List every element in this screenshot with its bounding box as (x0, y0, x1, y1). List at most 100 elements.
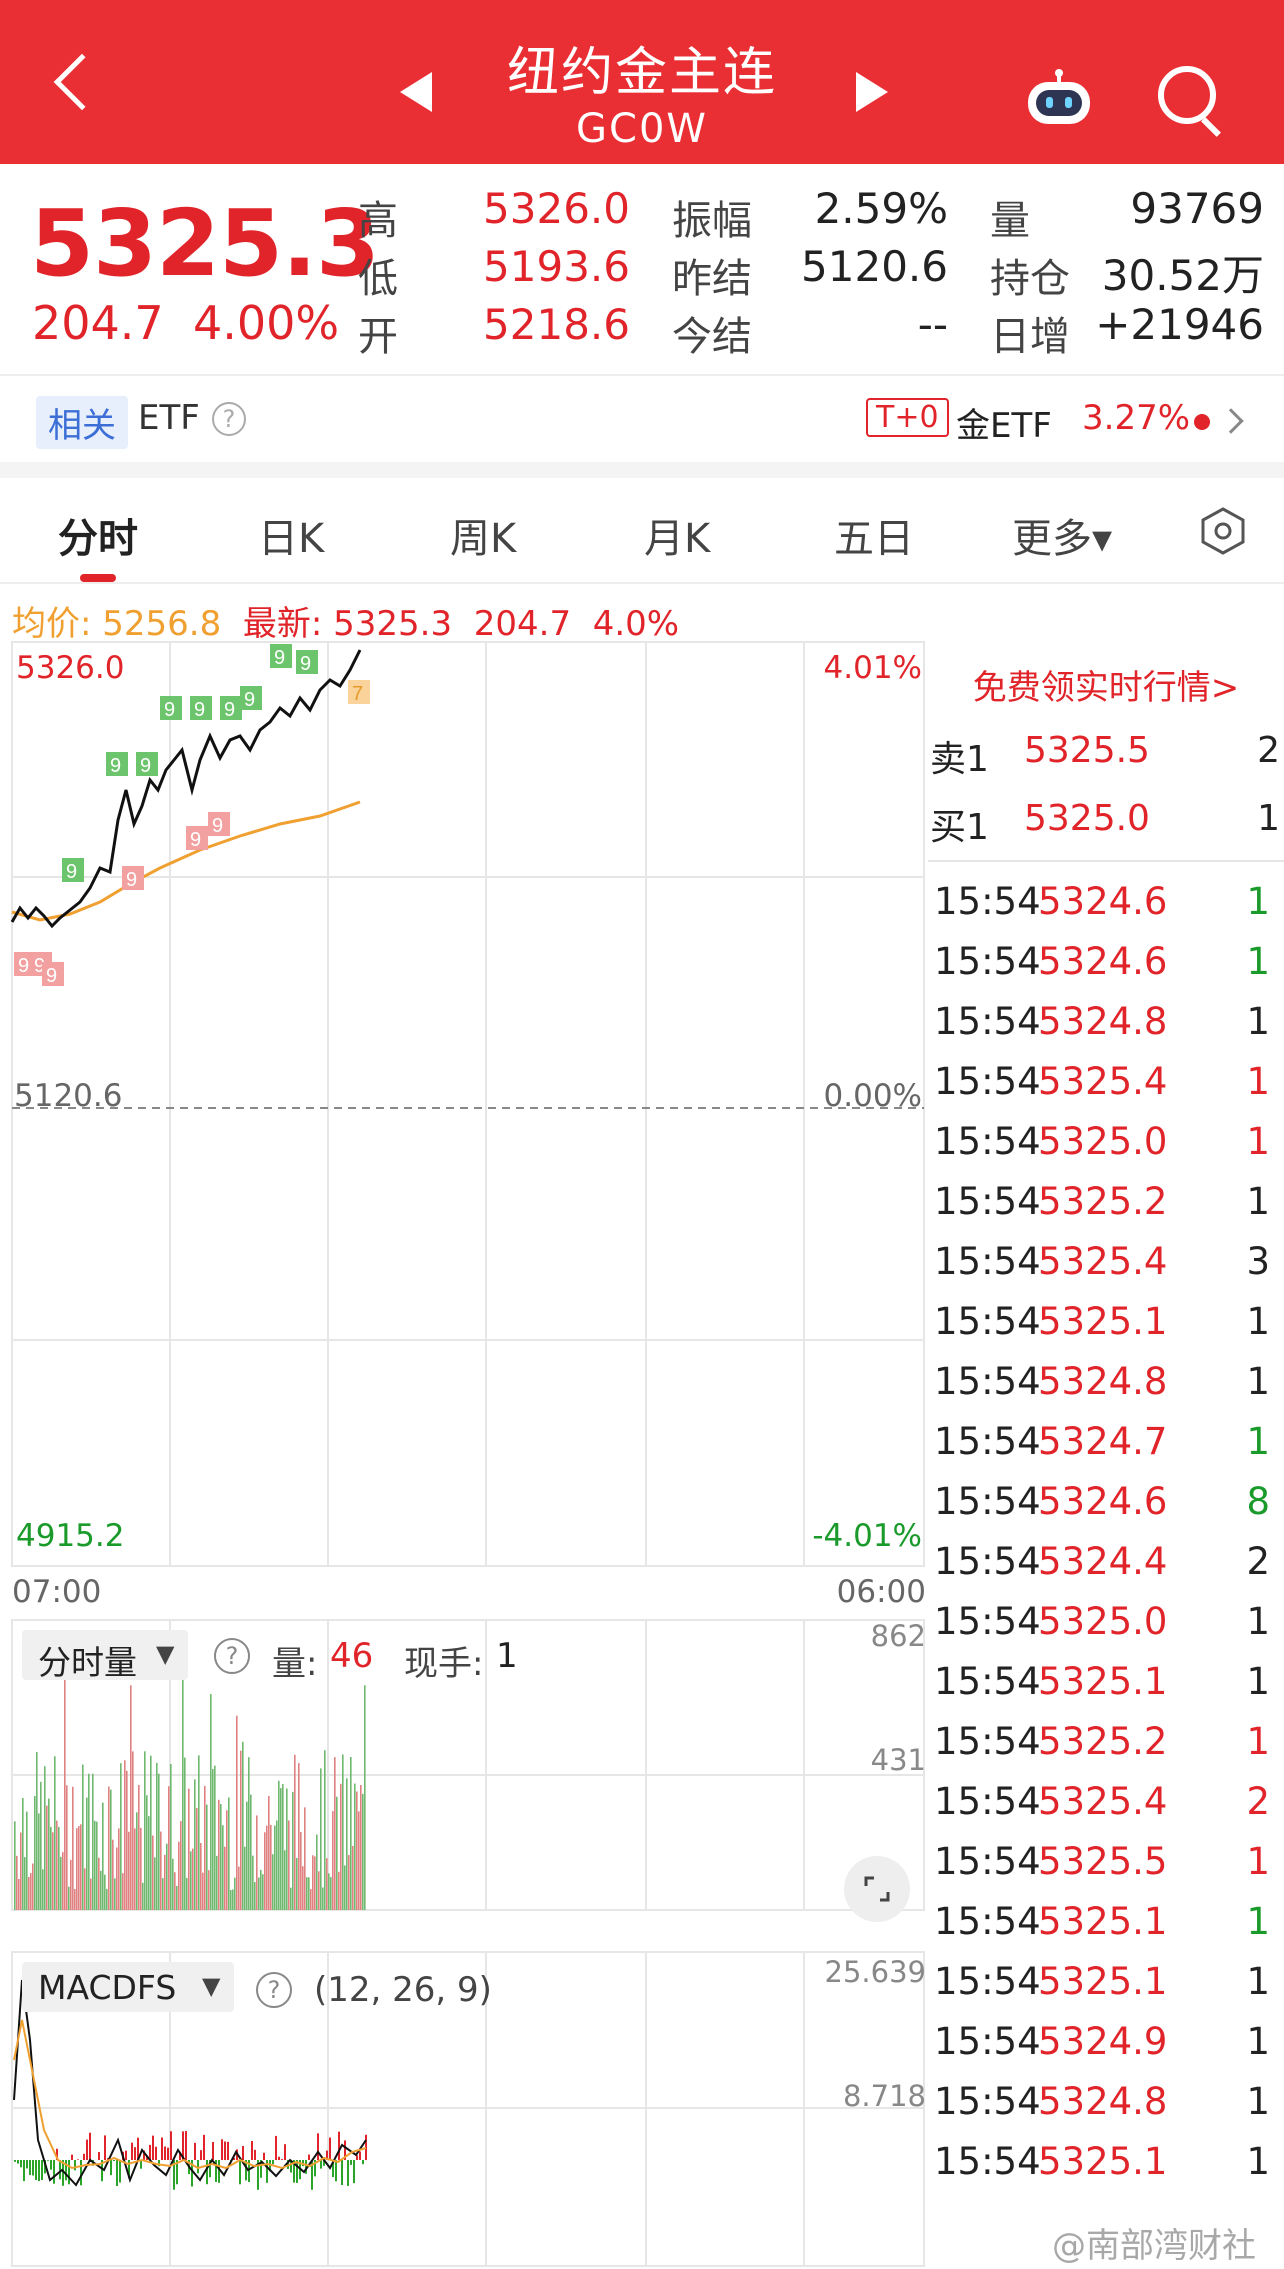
macd-bar (242, 2146, 244, 2160)
tick-volume: 1 (1246, 1960, 1270, 2003)
help-icon[interactable]: ? (212, 402, 246, 436)
macd-bar (116, 2160, 118, 2187)
y-axis-bottom: 4915.2 (16, 1518, 124, 1554)
settings-hexagon-icon[interactable] (1198, 506, 1248, 556)
tick-row: 15:54 5325.2 1 (934, 1720, 1280, 1780)
volume-bar (274, 1825, 276, 1910)
tick-list[interactable]: 15:54 5324.6 1 15:54 5324.6 1 15:54 5324.8 1 15:5… (928, 862, 1284, 2269)
tick-time: 15:54 (934, 1960, 1041, 2003)
tick-volume: 1 (1246, 1060, 1270, 1103)
volume-bar (322, 1887, 324, 1910)
volume-bar (24, 1857, 26, 1910)
macd-help-icon[interactable]: ? (256, 1972, 292, 2008)
volume-bar (184, 1757, 186, 1910)
search-icon[interactable] (1158, 66, 1216, 124)
volume-bar (118, 1828, 120, 1910)
volume-bar (258, 1877, 260, 1910)
volume-bar (334, 1757, 336, 1910)
volume-bar (256, 1815, 258, 1910)
quote-value: +21946 (1095, 300, 1264, 349)
svg-text:9: 9 (164, 699, 175, 721)
svg-text:9: 9 (126, 869, 137, 891)
volume-bar (96, 1821, 98, 1910)
macd-bar (71, 2154, 73, 2160)
sell-1-row: 卖1 5325.5 2 (930, 730, 1280, 780)
gold-etf-name[interactable]: 金ETF (956, 398, 1052, 447)
volume-bar (312, 1855, 314, 1910)
expand-icon[interactable] (844, 1856, 910, 1922)
macd-bar (212, 2142, 214, 2160)
intraday-chart[interactable]: 9 9 9 9 9 9 9 9 9 9 9 9 9 9 9 7 5326.0 5… (0, 640, 928, 2269)
active-tab-indicator (80, 574, 116, 582)
volume-bar (192, 1848, 194, 1910)
tick-row: 15:54 5325.4 1 (934, 1060, 1280, 1120)
volume-bar (72, 1786, 74, 1910)
svg-text:9: 9 (110, 755, 121, 777)
volume-bar (170, 1763, 172, 1910)
price-change: 204.7 4.00% (32, 296, 340, 350)
svg-text:9: 9 (190, 829, 201, 851)
volume-bar (28, 1876, 30, 1910)
tab-monthly-k[interactable]: 月K (644, 506, 710, 564)
tick-price: 5324.6 (1038, 940, 1168, 983)
volume-bar (22, 1797, 24, 1910)
tick-row: 15:54 5324.7 1 (934, 1420, 1280, 1480)
tick-time: 15:54 (934, 1540, 1041, 1583)
volume-bar (326, 1858, 328, 1910)
volume-bar (196, 1808, 198, 1910)
macd-bar (200, 2150, 202, 2160)
volume-bar (340, 1783, 342, 1910)
chevron-right-icon[interactable] (1218, 408, 1244, 434)
tick-row: 15:54 5325.2 1 (934, 1180, 1280, 1240)
tick-row: 15:54 5325.1 1 (934, 1300, 1280, 1360)
volume-bar (108, 1786, 110, 1910)
related-etf-row[interactable]: 相关 ETF ? T+0 金ETF 3.27% (0, 374, 1284, 462)
volume-bar (194, 1779, 196, 1910)
tick-price: 5325.1 (1038, 2140, 1168, 2183)
quote-value: 5120.6 (801, 242, 948, 291)
svg-text:7: 7 (352, 683, 363, 705)
tick-time: 15:54 (934, 1660, 1041, 1703)
volume-bar (344, 1865, 346, 1910)
volume-bar (304, 1807, 306, 1910)
volume-selector[interactable]: 分时量 ▼ (22, 1630, 188, 1682)
macd-bar (275, 2135, 277, 2160)
macd-bar (251, 2141, 253, 2160)
tab-daily-k[interactable]: 日K (258, 506, 324, 564)
tick-price: 5325.4 (1038, 1240, 1168, 1283)
assistant-robot-icon[interactable] (1024, 68, 1094, 128)
volume-bar (210, 1693, 212, 1910)
tick-price: 5325.1 (1038, 1960, 1168, 2003)
macd-bar (119, 2160, 121, 2183)
tick-volume: 1 (1246, 1720, 1270, 1763)
volume-bar (232, 1889, 234, 1910)
hand-value: 1 (496, 1636, 518, 1676)
tab-intraday[interactable]: 分时 (58, 506, 138, 564)
volume-bar (354, 1783, 356, 1910)
quote-label: 开 (358, 314, 398, 360)
volume-bar (112, 1839, 114, 1910)
tab-five-day[interactable]: 五日 (834, 506, 914, 564)
volume-bar (30, 1873, 32, 1910)
volume-axis-mid: 431 (871, 1743, 926, 1777)
macd-selector[interactable]: MACDFS ▼ (22, 1962, 234, 2012)
tick-time: 15:54 (934, 1180, 1041, 1223)
macd-bar (254, 2149, 256, 2160)
tick-row: 15:54 5324.6 1 (934, 940, 1280, 1000)
macd-bar (41, 2160, 43, 2180)
tick-time: 15:54 (934, 1900, 1041, 1943)
macd-bar (125, 2150, 127, 2160)
volume-bar (244, 1846, 246, 1910)
free-realtime-banner[interactable]: 免费领实时行情> (928, 660, 1284, 709)
order-book-panel: 免费领实时行情> 卖1 5325.5 2 买1 5325.0 1 15:54 53… (928, 640, 1284, 2269)
macd-bar (134, 2147, 136, 2160)
tab-weekly-k[interactable]: 周K (450, 506, 516, 564)
next-contract-icon[interactable] (856, 72, 888, 112)
section-divider (0, 462, 1284, 478)
macd-bar (155, 2146, 157, 2160)
svg-text:9: 9 (274, 647, 285, 669)
tab-more[interactable]: 更多▾ (1012, 506, 1112, 564)
quote-label: 昨结 (672, 256, 752, 302)
macd-bar (338, 2131, 340, 2160)
volume-help-icon[interactable]: ? (214, 1638, 250, 1674)
